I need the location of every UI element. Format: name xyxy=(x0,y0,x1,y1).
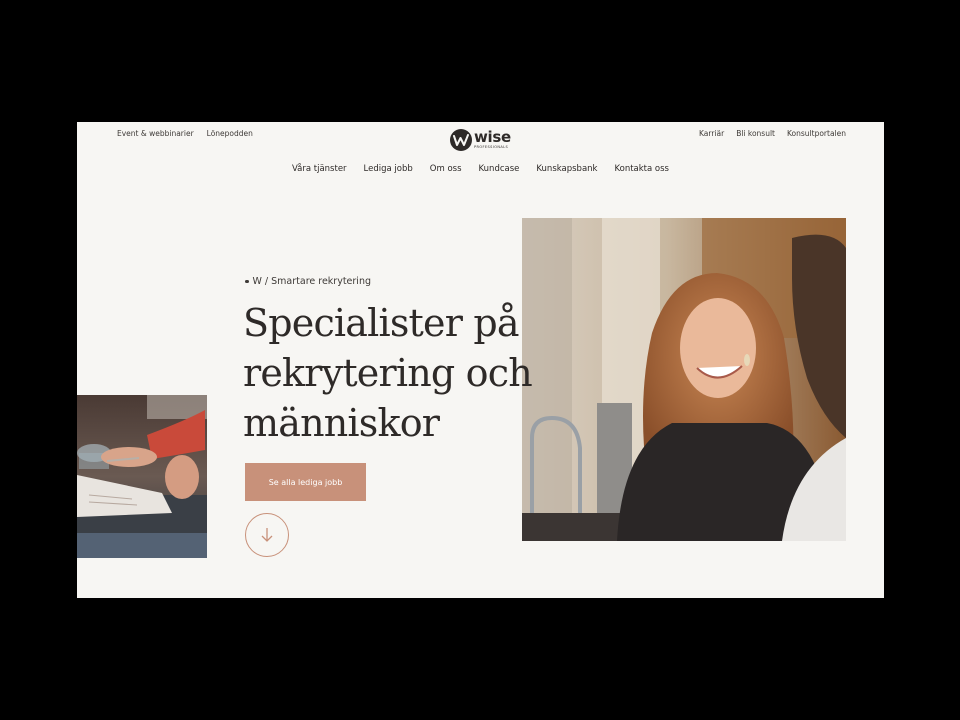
nav-link-konsultportalen[interactable]: Konsultportalen xyxy=(787,129,846,138)
utility-nav-left: Event & webbinarier Lönepodden xyxy=(117,129,253,138)
nav-link-lonepodden[interactable]: Lönepodden xyxy=(207,129,253,138)
arrow-down-icon xyxy=(261,528,273,542)
hero-headline-line-1: Specialister på xyxy=(243,301,520,345)
main-nav-item-om-oss[interactable]: Om oss xyxy=(430,164,462,174)
website-page: Event & webbinarier Lönepodden wise PROF… xyxy=(77,122,884,598)
nav-link-bli-konsult[interactable]: Bli konsult xyxy=(736,129,775,138)
main-nav-item-lediga-jobb[interactable]: Lediga jobb xyxy=(364,164,413,174)
utility-nav-right: Karriär Bli konsult Konsultportalen xyxy=(699,129,846,138)
nav-link-events[interactable]: Event & webbinarier xyxy=(117,129,194,138)
hero-headline-line-3: människor xyxy=(243,401,440,445)
main-nav-item-kundcase[interactable]: Kundcase xyxy=(479,164,520,174)
scroll-down-button[interactable] xyxy=(245,513,289,557)
main-nav-item-kontakta-oss[interactable]: Kontakta oss xyxy=(614,164,669,174)
hero-eyebrow: W / Smartare rekrytering xyxy=(245,276,371,287)
logo-wordmark: wise xyxy=(474,128,511,147)
hero-photo-desk xyxy=(77,395,207,558)
main-nav-item-kunskapsbank[interactable]: Kunskapsbank xyxy=(536,164,597,174)
nav-link-karriar[interactable]: Karriär xyxy=(699,129,724,138)
wise-logo[interactable]: wise PROFESSIONALS xyxy=(450,129,511,151)
logo-mark-icon xyxy=(450,129,472,151)
logo-subtitle: PROFESSIONALS xyxy=(474,145,509,150)
cta-button-lediga-jobb[interactable]: Se alla lediga jobb xyxy=(245,463,366,501)
hero-eyebrow-text: W / Smartare rekrytering xyxy=(252,276,372,287)
bullet-dot-icon xyxy=(245,279,249,284)
main-nav-item-tjanster[interactable]: Våra tjänster xyxy=(292,164,347,174)
hero-headline: Specialister på rekrytering och människo… xyxy=(243,298,643,448)
hero-headline-line-2: rekrytering och xyxy=(243,351,533,395)
main-nav: Våra tjänster Lediga jobb Om oss Kundcas… xyxy=(77,164,884,174)
